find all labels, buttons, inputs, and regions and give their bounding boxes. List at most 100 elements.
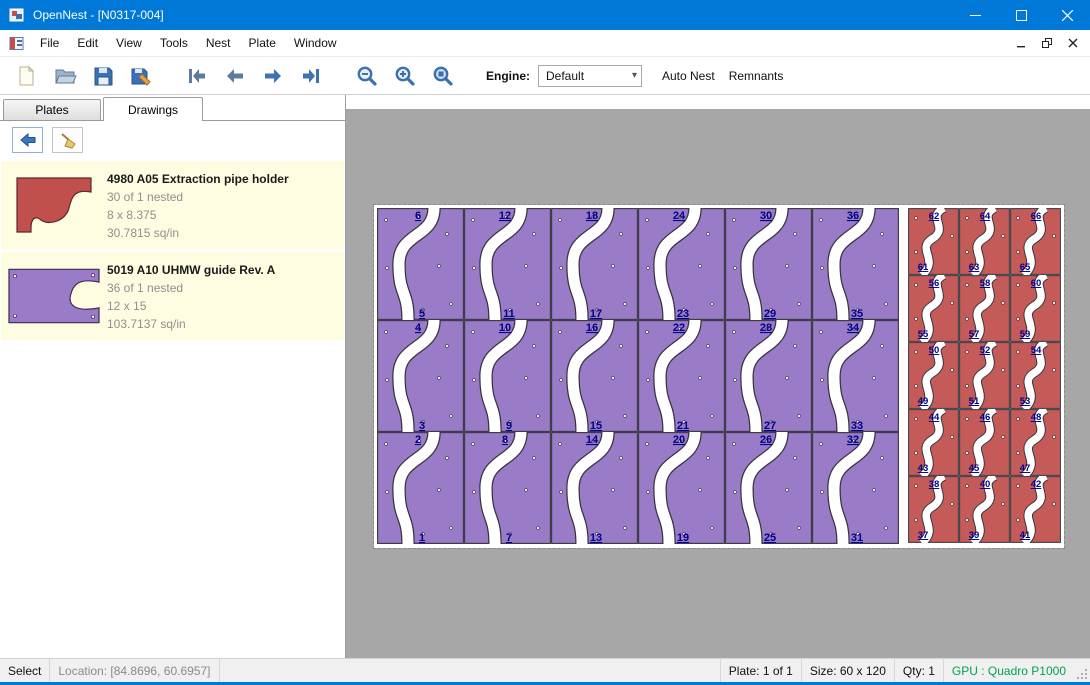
part-number: 54	[1031, 345, 1042, 356]
nested-part-pair[interactable]: 54 53	[1010, 342, 1061, 409]
drawing-thumbnail	[1, 267, 107, 325]
nested-part-pair[interactable]: 8 7	[464, 432, 551, 544]
nested-part-pair[interactable]: 34 33	[812, 320, 899, 432]
nested-part-pair[interactable]: 60 59	[1010, 275, 1061, 342]
nested-part-pair[interactable]: 22 21	[638, 320, 725, 432]
part-number: 7	[506, 532, 512, 544]
nested-part-pair[interactable]: 52 51	[959, 342, 1010, 409]
drill-hole	[1002, 235, 1005, 238]
nested-part-pair[interactable]: 18 17	[551, 208, 638, 320]
nested-part-pair[interactable]: 10 9	[464, 320, 551, 432]
menu-tools[interactable]: Tools	[151, 30, 197, 56]
clear-drawings-button[interactable]	[52, 127, 83, 153]
nested-part-pair[interactable]: 14 13	[551, 432, 638, 544]
app-icon	[9, 7, 25, 23]
drill-hole	[798, 527, 801, 530]
zoom-in-button[interactable]	[389, 60, 421, 92]
plate[interactable]: 6 5 12 11 18 17 24 23 30 29 36	[374, 205, 1064, 548]
mdi-close-icon[interactable]	[1060, 32, 1086, 54]
nested-part-pair[interactable]: 38 37	[908, 476, 959, 543]
nested-part-pair[interactable]: 48 47	[1010, 409, 1061, 476]
zoom-out-button[interactable]	[351, 60, 383, 92]
part-number: 28	[760, 322, 772, 334]
part-number: 20	[673, 434, 685, 446]
drill-hole	[915, 351, 918, 354]
drill-hole	[386, 491, 389, 494]
part-number: 62	[929, 211, 940, 222]
nested-part-pair[interactable]: 44 43	[908, 409, 959, 476]
part-number: 52	[980, 345, 991, 356]
next-plate-button[interactable]	[257, 60, 289, 92]
drawing-item[interactable]: 5019 A10 UHMW guide Rev. A 36 of 1 neste…	[1, 252, 344, 340]
remnants-button[interactable]: Remnants	[725, 66, 788, 86]
auto-nest-button[interactable]: Auto Nest	[658, 66, 719, 86]
new-file-button[interactable]	[11, 60, 43, 92]
nested-part-pair[interactable]: 64 63	[959, 208, 1010, 275]
drill-hole	[624, 527, 627, 530]
drill-hole	[794, 345, 797, 348]
nested-part-pair[interactable]: 20 19	[638, 432, 725, 544]
nested-part-pair[interactable]: 36 35	[812, 208, 899, 320]
nested-part-pair[interactable]: 58 57	[959, 275, 1010, 342]
nested-part-pair[interactable]: 40 39	[959, 476, 1010, 543]
part-number: 2	[415, 434, 421, 446]
mdi-restore-icon[interactable]	[1034, 32, 1060, 54]
close-button[interactable]	[1044, 0, 1090, 30]
nested-part-pair[interactable]: 62 61	[908, 208, 959, 275]
save-as-button[interactable]	[125, 60, 157, 92]
minimize-button[interactable]	[952, 0, 998, 30]
drill-hole	[786, 265, 789, 268]
left-panel: Plates Drawings	[0, 95, 346, 658]
first-plate-button[interactable]	[181, 60, 213, 92]
drill-hole	[915, 452, 918, 455]
menu-edit[interactable]: Edit	[68, 30, 107, 56]
nested-part-pair[interactable]: 2 1	[377, 432, 464, 544]
nested-part-pair[interactable]: 12 11	[464, 208, 551, 320]
tab-plates[interactable]: Plates	[3, 99, 101, 120]
drawing-item[interactable]: 4980 A05 Extraction pipe holder 30 of 1 …	[1, 161, 344, 249]
zoom-fit-button[interactable]	[427, 60, 459, 92]
document-icon[interactable]	[9, 36, 25, 51]
last-plate-button[interactable]	[295, 60, 327, 92]
tab-drawings[interactable]: Drawings	[103, 97, 203, 121]
nest-canvas[interactable]: 6 5 12 11 18 17 24 23 30 29 36	[346, 95, 1090, 658]
menu-bar: File Edit View Tools Nest Plate Window	[0, 30, 1090, 57]
nested-part-pair[interactable]: 32 31	[812, 432, 899, 544]
nested-part-pair[interactable]: 16 15	[551, 320, 638, 432]
menu-view[interactable]: View	[107, 30, 151, 56]
status-gpu: GPU : Quadro P1000	[943, 659, 1074, 682]
nested-part-pair[interactable]: 50 49	[908, 342, 959, 409]
drill-hole	[1017, 385, 1020, 388]
drawing-nested-count: 36 of 1 nested	[107, 279, 344, 297]
import-drawing-button[interactable]	[12, 127, 43, 153]
nested-part-pair[interactable]: 6 5	[377, 208, 464, 320]
menu-file[interactable]: File	[31, 30, 68, 56]
maximize-button[interactable]	[998, 0, 1044, 30]
save-button[interactable]	[87, 60, 119, 92]
menu-window[interactable]: Window	[285, 30, 346, 56]
engine-select[interactable]: Default ▾	[538, 65, 642, 87]
open-file-button[interactable]	[49, 60, 81, 92]
nested-part-pair[interactable]: 28 27	[725, 320, 812, 432]
menu-nest[interactable]: Nest	[197, 30, 240, 56]
nested-part-pair[interactable]: 56 55	[908, 275, 959, 342]
drill-hole	[386, 379, 389, 382]
part-shape	[9, 269, 99, 322]
nested-part-pair[interactable]: 24 23	[638, 208, 725, 320]
menu-plate[interactable]: Plate	[240, 30, 285, 56]
drill-hole	[385, 219, 388, 222]
mdi-minimize-icon[interactable]	[1008, 32, 1034, 54]
previous-plate-button[interactable]	[219, 60, 251, 92]
nested-part-pair[interactable]: 26 25	[725, 432, 812, 544]
nested-part-pair[interactable]: 4 3	[377, 320, 464, 432]
zoom-out-icon	[355, 64, 379, 88]
part-number: 18	[586, 210, 598, 222]
nested-part-pair[interactable]: 30 29	[725, 208, 812, 320]
nested-part-pair[interactable]: 42 41	[1010, 476, 1061, 543]
go-previous-icon	[223, 64, 247, 88]
resize-grip[interactable]	[1074, 659, 1090, 682]
nested-part-pair[interactable]: 46 45	[959, 409, 1010, 476]
drill-hole	[915, 284, 918, 287]
drill-hole	[821, 267, 824, 270]
nested-part-pair[interactable]: 66 65	[1010, 208, 1061, 275]
